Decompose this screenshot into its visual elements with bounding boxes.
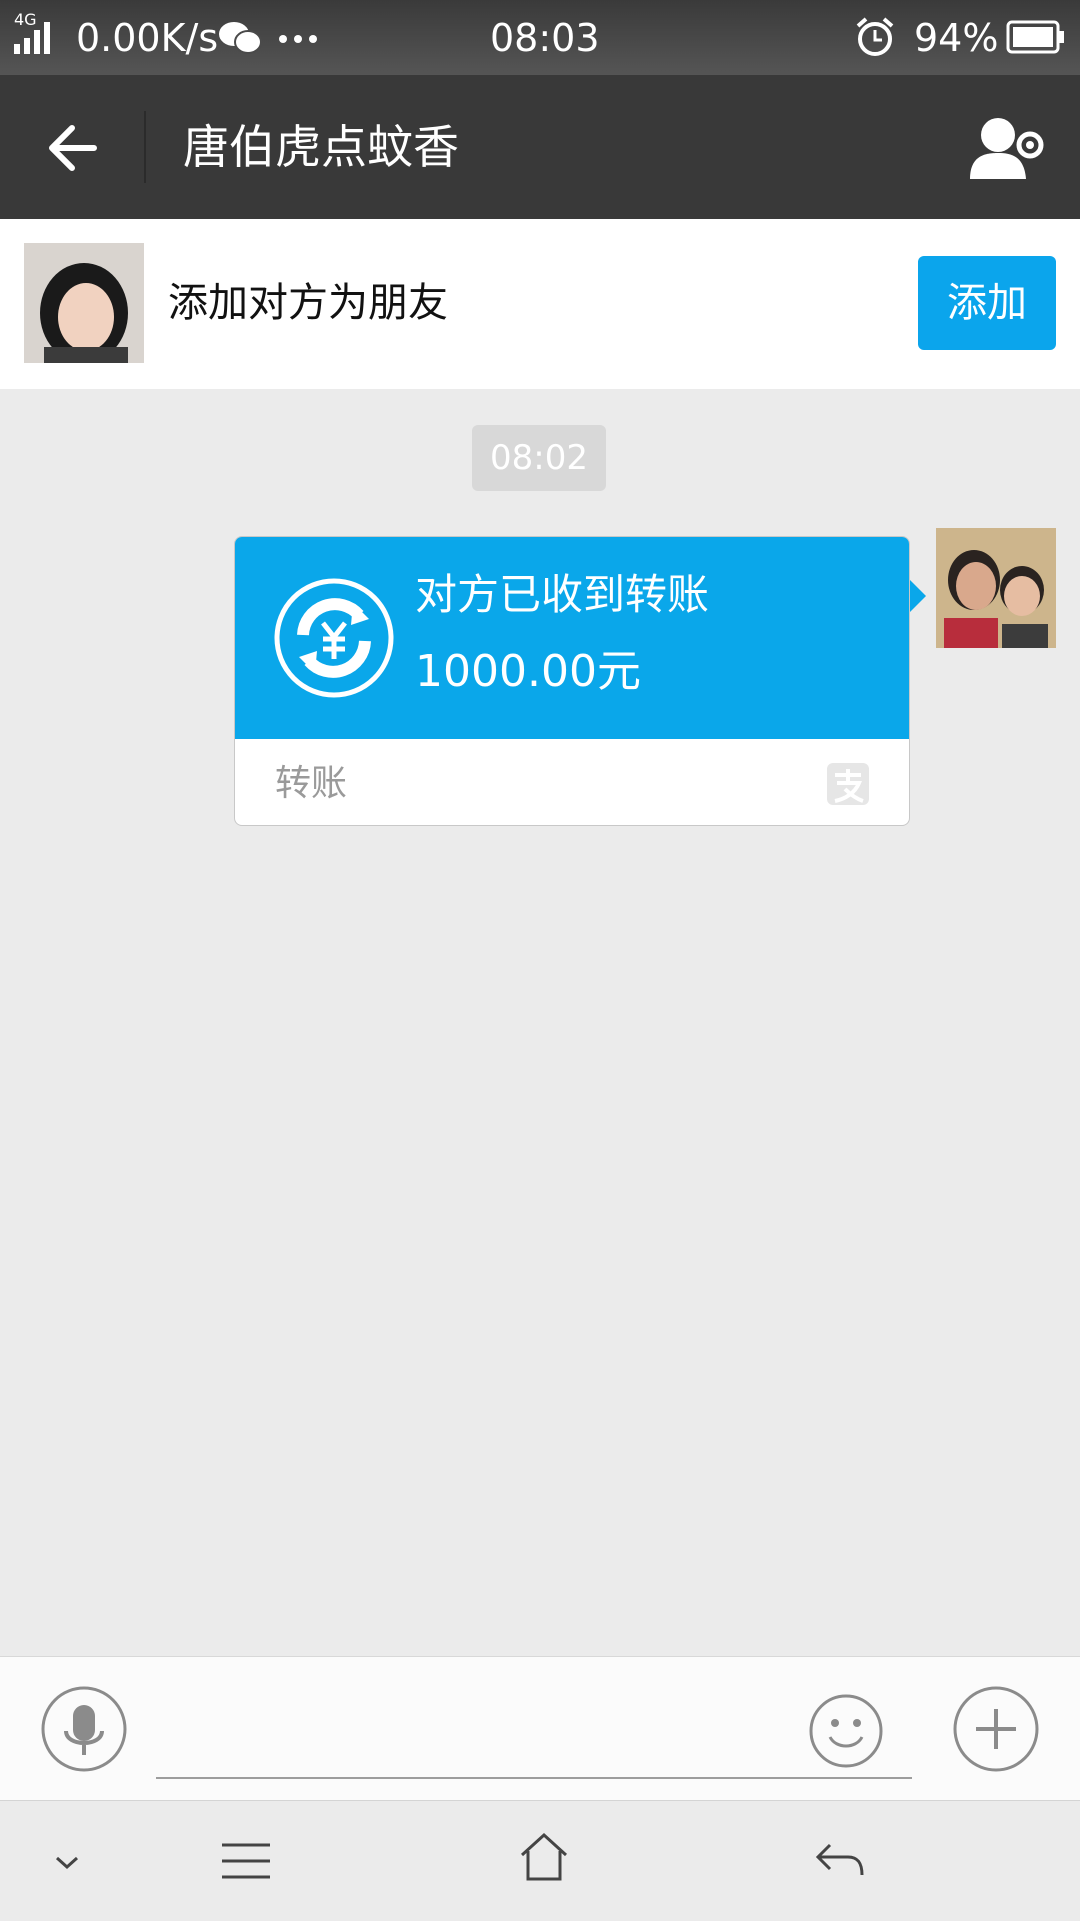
wechat-icon	[219, 22, 262, 54]
clock: 08:03	[490, 16, 600, 60]
more-dots-icon	[279, 35, 317, 43]
smiley-icon[interactable]	[808, 1693, 884, 1769]
self-avatar[interactable]	[936, 528, 1056, 648]
signal-icon	[14, 22, 50, 54]
back-icon[interactable]	[814, 1839, 866, 1879]
transfer-status: 对方已收到转账	[415, 570, 710, 619]
input-bar	[0, 1656, 1080, 1801]
contact-settings-icon[interactable]	[968, 115, 1046, 185]
battery-percent: 94%	[914, 16, 999, 60]
friend-avatar[interactable]	[24, 243, 144, 363]
chevron-down-icon[interactable]	[54, 1855, 80, 1871]
arrow-left-icon[interactable]	[44, 120, 100, 176]
home-icon[interactable]	[518, 1831, 570, 1883]
chat-title: 唐伯虎点蚊香	[183, 120, 459, 174]
menu-icon[interactable]	[220, 1841, 272, 1881]
add-friend-label: 添加对方为朋友	[168, 280, 448, 326]
chat-header: 唐伯虎点蚊香	[0, 75, 1080, 219]
alarm-icon	[856, 17, 894, 56]
transfer-card[interactable]: 对方已收到转账 1000.00元 转账	[234, 536, 910, 826]
header-divider	[144, 111, 146, 183]
microphone-icon[interactable]	[40, 1685, 128, 1773]
network-speed: 0.00K/s	[76, 16, 219, 60]
add-friend-button[interactable]: 添加	[918, 256, 1056, 350]
plus-icon[interactable]	[952, 1685, 1040, 1773]
status-bar: 4G 0.00K/s 08:03 94%	[0, 0, 1080, 75]
add-friend-bar: 添加对方为朋友 添加	[0, 219, 1080, 389]
battery-icon	[1006, 20, 1064, 54]
alipay-icon	[827, 763, 869, 805]
message-timestamp: 08:02	[472, 425, 606, 491]
bubble-tail	[908, 578, 926, 614]
transfer-amount: 1000.00元	[415, 646, 641, 697]
system-nav-bar	[0, 1800, 1080, 1921]
message-input[interactable]	[156, 1777, 912, 1779]
transfer-yuan-icon	[274, 578, 394, 698]
transfer-footer-label: 转账	[275, 763, 348, 804]
